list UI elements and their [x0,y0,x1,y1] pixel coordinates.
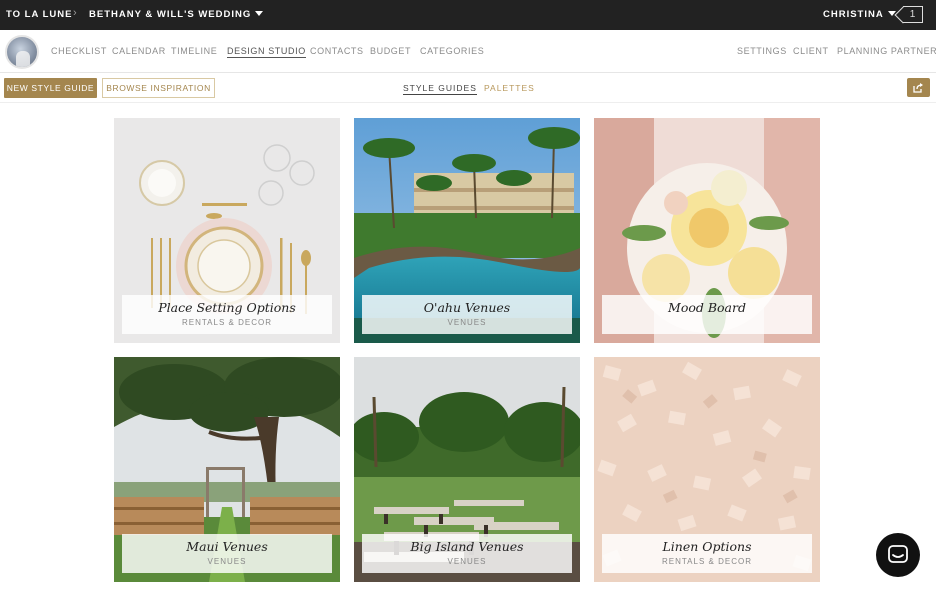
avatar[interactable] [5,35,39,69]
card-subtitle: VENUES [447,318,487,327]
top-bar: TO LA LUNE › BETHANY & WILL'S WEDDING CH… [0,0,936,30]
style-guide-card-oahu[interactable]: O'ahu Venues VENUES [354,118,580,343]
project-dropdown[interactable]: BETHANY & WILL'S WEDDING [89,9,264,20]
card-subtitle: RENTALS & DECOR [662,557,752,566]
card-label: O'ahu Venues VENUES [362,295,572,334]
nav-calendar[interactable]: CALENDAR [112,46,166,56]
card-title: Maui Venues [186,539,268,554]
nav-contacts[interactable]: CONTACTS [310,46,364,56]
card-label: Maui Venues VENUES [122,534,332,573]
share-button[interactable] [907,78,930,97]
user-menu[interactable]: CHRISTINA [823,9,896,20]
card-label: Linen Options RENTALS & DECOR [602,534,812,573]
card-title: O'ahu Venues [423,300,511,315]
nav-design-studio[interactable]: DESIGN STUDIO [227,46,306,58]
card-title: Place Setting Options [158,300,296,315]
toolbar-divider [0,102,936,103]
chevron-down-icon [255,11,264,16]
style-guide-card-maui[interactable]: Maui Venues VENUES [114,357,340,582]
chat-icon [888,545,908,563]
card-title: Linen Options [662,539,752,554]
style-guide-card-linen[interactable]: Linen Options RENTALS & DECOR [594,357,820,582]
card-label: Mood Board [602,295,812,334]
nav-settings[interactable]: SETTINGS [737,46,787,56]
browse-inspiration-button[interactable]: BROWSE INSPIRATION [102,78,215,98]
tab-style-guides[interactable]: STYLE GUIDES [403,83,477,95]
card-label: Place Setting Options RENTALS & DECOR [122,295,332,334]
style-guide-card-place-setting[interactable]: Place Setting Options RENTALS & DECOR [114,118,340,343]
notification-tag-icon[interactable]: 1 [903,6,923,23]
nav-checklist[interactable]: CHECKLIST [51,46,107,56]
user-name: CHRISTINA [823,9,884,20]
card-label: Big Island Venues VENUES [362,534,572,573]
style-guide-card-mood-board[interactable]: Mood Board [594,118,820,343]
nav-budget[interactable]: BUDGET [370,46,411,56]
nav-planning-partners[interactable]: PLANNING PARTNERS [837,46,936,56]
style-guide-card-big-island[interactable]: Big Island Venues VENUES [354,357,580,582]
card-subtitle: VENUES [207,557,247,566]
nav-categories[interactable]: CATEGORIES [420,46,484,56]
nav-client[interactable]: CLIENT [793,46,829,56]
chat-button[interactable] [876,533,920,577]
share-icon [913,83,923,93]
card-title: Big Island Venues [410,539,524,554]
main-nav: CHECKLIST CALENDAR TIMELINE DESIGN STUDI… [0,31,936,73]
card-subtitle: VENUES [447,557,487,566]
notification-count: 1 [909,9,916,20]
new-style-guide-button[interactable]: NEW STYLE GUIDE [4,78,97,98]
breadcrumb-separator: › [73,7,77,19]
project-name: BETHANY & WILL'S WEDDING [89,9,252,20]
tab-palettes[interactable]: PALETTES [484,83,535,93]
breadcrumb-org[interactable]: TO LA LUNE [6,9,72,20]
nav-timeline[interactable]: TIMELINE [171,46,217,56]
card-title: Mood Board [668,300,746,315]
card-subtitle: RENTALS & DECOR [182,318,272,327]
